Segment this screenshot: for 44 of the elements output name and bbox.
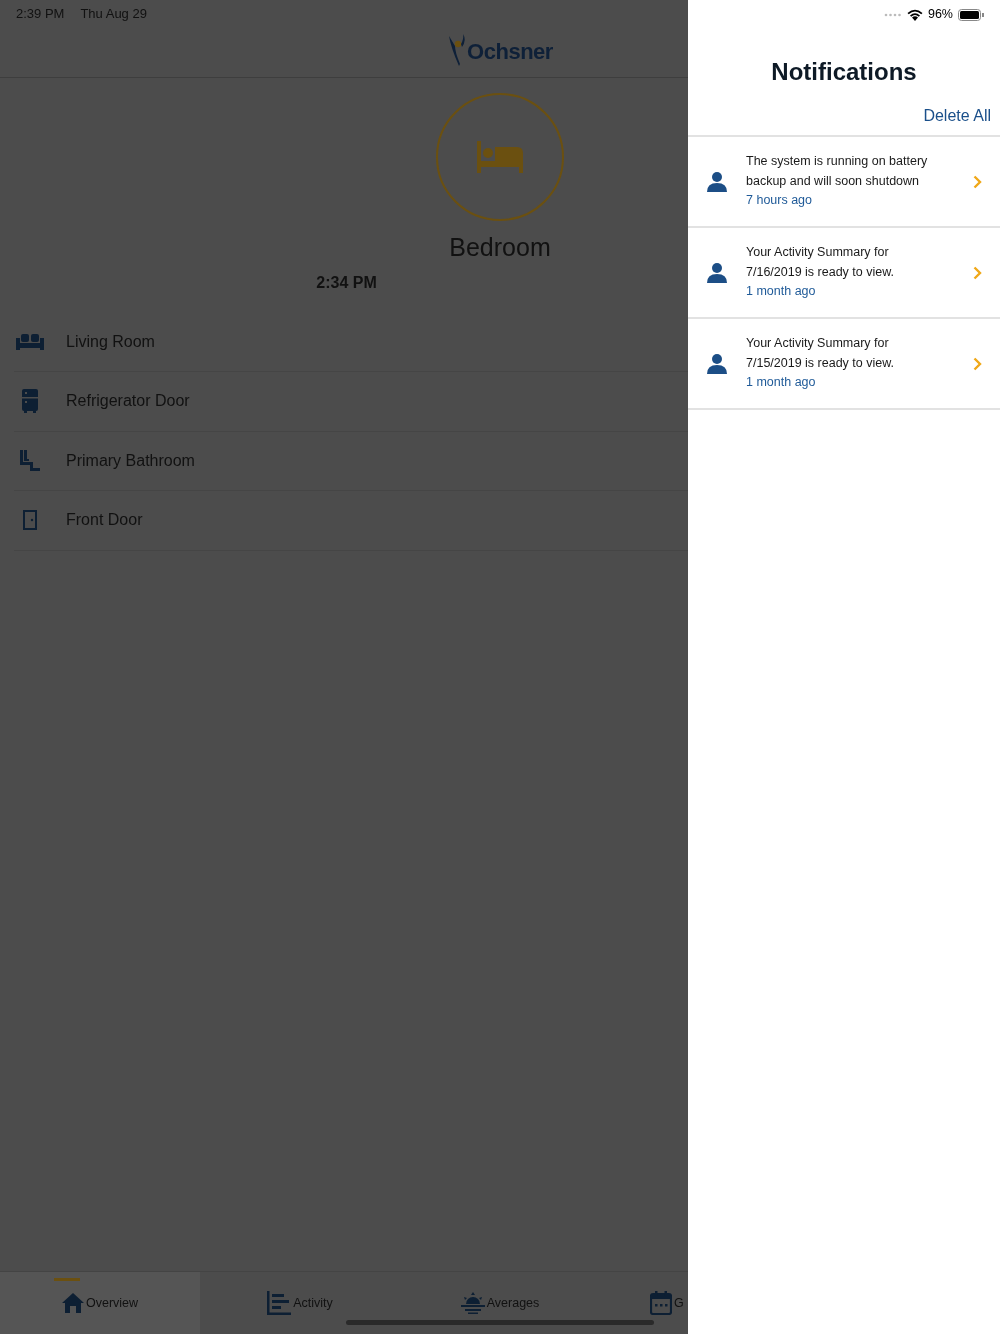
- notification-row[interactable]: Your Activity Summary for 7/16/2019 is ready to view. 1 month ago: [688, 228, 1000, 319]
- tab[interactable]: Activity: [200, 1272, 400, 1334]
- battery-percent: 96%: [927, 6, 953, 24]
- room-row[interactable]: Front Door: [14, 491, 688, 551]
- sunrise-icon: [460, 1292, 485, 1314]
- notification-message: Your Activity Summary for 7/16/2019 is ready to view.: [746, 244, 895, 281]
- room-row[interactable]: Primary Bathroom: [14, 431, 688, 491]
- tab[interactable]: Overview: [0, 1272, 200, 1334]
- bed-icon: [477, 141, 523, 173]
- bar-chart-icon: [267, 1291, 292, 1315]
- delete-all-button[interactable]: Delete All: [917, 103, 1000, 129]
- room-name: Bedroom: [448, 232, 552, 263]
- logo-text: Ochsner: [467, 37, 553, 66]
- home-icon: [61, 1293, 84, 1313]
- notification-row[interactable]: The system is running on battery backup and will soon shutdown 7 hours ago: [688, 137, 1000, 228]
- room-row[interactable]: Refrigerator Door: [14, 372, 688, 432]
- tab[interactable]: G: [600, 1272, 688, 1334]
- calendar-icon: [650, 1291, 672, 1315]
- room-row[interactable]: Living Room: [14, 312, 688, 372]
- person-icon: [707, 171, 727, 192]
- door-icon: [23, 510, 37, 531]
- panel-title: Notifications: [770, 57, 918, 87]
- notification-time: 7 hours ago: [746, 192, 814, 210]
- notification-time: 1 month ago: [746, 283, 817, 301]
- chevron-right-icon: [972, 265, 982, 280]
- tab[interactable]: Averages: [400, 1272, 600, 1334]
- wifi-icon: [906, 8, 923, 21]
- person-icon: [707, 353, 727, 374]
- chevron-right-icon: [972, 174, 982, 189]
- logo-icon: [447, 33, 468, 68]
- status-time: 2:39 PM: [16, 5, 65, 23]
- notification-row[interactable]: Your Activity Summary for 7/15/2019 is ready to view. 1 month ago: [688, 319, 1000, 410]
- person-icon: [707, 262, 727, 283]
- notification-message: Your Activity Summary for 7/15/2019 is ready to view.: [746, 335, 895, 372]
- status-date: Thu Aug 29: [80, 5, 147, 23]
- notification-message: The system is running on battery backup and will soon shutdown: [746, 153, 929, 190]
- sofa-icon: [16, 333, 44, 350]
- notification-time: 1 month ago: [746, 374, 817, 392]
- signal-icon: [883, 12, 902, 17]
- chevron-right-icon: [972, 356, 982, 371]
- toilet-icon: [19, 449, 41, 472]
- room-time: 2:34 PM: [315, 272, 378, 293]
- battery-icon: [958, 8, 984, 21]
- fridge-icon: [22, 389, 38, 414]
